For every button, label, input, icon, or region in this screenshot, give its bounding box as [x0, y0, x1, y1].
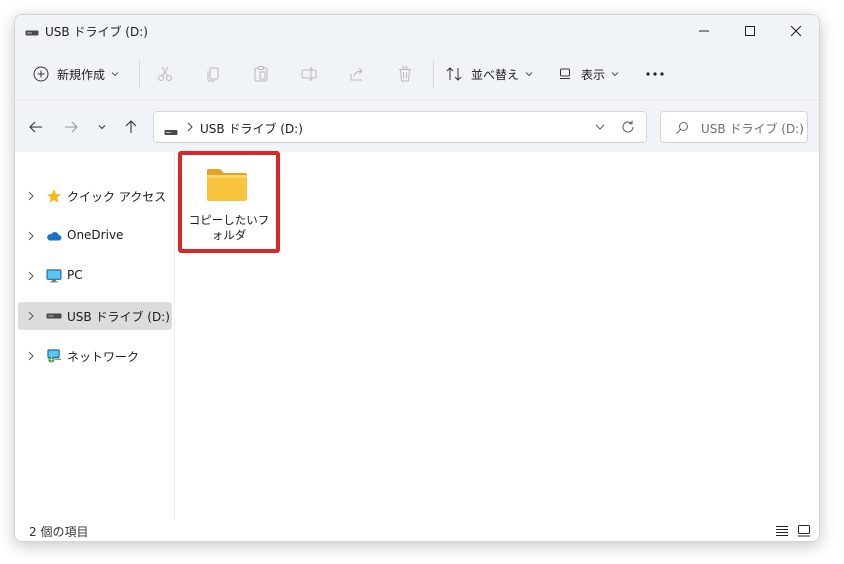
- star-icon: [46, 188, 62, 204]
- new-button-label: 新規作成: [57, 67, 106, 82]
- folder-icon: [205, 167, 249, 206]
- item-count: 2 個の項目: [29, 525, 89, 539]
- new-button[interactable]: 新規作成: [33, 59, 119, 89]
- minimize-button[interactable]: [681, 15, 727, 47]
- clipboard-icon: [254, 66, 268, 82]
- sort-icon: [446, 67, 462, 81]
- chevron-right-icon: [28, 191, 34, 201]
- title-bar: USB ドライブ (D:): [15, 15, 819, 47]
- close-button[interactable]: [773, 15, 819, 47]
- close-icon: [790, 25, 802, 37]
- toolbar-divider: [139, 60, 140, 88]
- address-dropdown-button[interactable]: [594, 121, 606, 136]
- view-button-label: 表示: [581, 67, 606, 82]
- sort-button[interactable]: 並べ替え: [445, 59, 533, 89]
- sidebar-item-label: ネットワーク: [67, 350, 140, 364]
- sidebar-item-network[interactable]: ネットワーク: [18, 342, 172, 370]
- search-input[interactable]: USB ドライブ (D:)の...: [660, 111, 808, 143]
- trash-icon: [399, 66, 411, 82]
- search-icon: [675, 121, 689, 138]
- monitor-icon: [46, 268, 62, 284]
- maximize-button[interactable]: [727, 15, 773, 47]
- list-view-icon: [776, 526, 788, 536]
- search-placeholder: USB ドライブ (D:)の...: [701, 122, 805, 136]
- chevron-down-icon: [611, 72, 619, 77]
- status-bar: 2 個の項目: [15, 520, 819, 541]
- view-button[interactable]: 表示: [557, 59, 619, 89]
- delete-button[interactable]: [393, 62, 417, 86]
- navigation-pane: クイック アクセス OneDrive PC USB ドライブ (D:) ネットワ…: [15, 152, 175, 520]
- refresh-button[interactable]: [620, 119, 636, 138]
- chevron-right-icon: [28, 351, 34, 361]
- arrow-right-icon: [65, 121, 78, 133]
- sidebar-item-label: PC: [67, 268, 83, 282]
- chevron-down-icon: [111, 72, 119, 77]
- sidebar-item-onedrive[interactable]: OneDrive: [18, 222, 172, 250]
- sidebar-item-pc[interactable]: PC: [18, 262, 172, 290]
- maximize-icon: [745, 26, 755, 36]
- rename-icon: [301, 67, 317, 81]
- plus-circle-icon: [33, 66, 49, 82]
- up-button[interactable]: [122, 118, 140, 136]
- command-bar: 新規作成 並べ替え 表示: [15, 47, 819, 101]
- arrow-up-icon: [125, 120, 137, 133]
- details-view-button[interactable]: [775, 524, 789, 541]
- file-list: コピーしたいフォルダ: [176, 151, 819, 520]
- chevron-right-icon: [28, 231, 34, 241]
- folder-name: コピーしたいフォルダ: [188, 213, 270, 242]
- rename-button[interactable]: [297, 62, 321, 86]
- copy-icon: [207, 67, 219, 82]
- copy-button[interactable]: [201, 62, 225, 86]
- sort-button-label: 並べ替え: [471, 67, 520, 82]
- sidebar-item-label: クイック アクセス: [67, 190, 167, 204]
- paste-button[interactable]: [249, 62, 273, 86]
- refresh-icon: [622, 120, 634, 133]
- toolbar-divider: [433, 60, 434, 88]
- sidebar-item-label: USB ドライブ (D:): [67, 310, 170, 324]
- forward-button[interactable]: [62, 118, 80, 136]
- arrow-left-icon: [29, 121, 42, 133]
- chevron-down-icon: [525, 72, 533, 77]
- chevron-right-icon: [28, 311, 34, 321]
- more-icon: [646, 72, 664, 76]
- share-icon: [350, 67, 363, 81]
- window-title: USB ドライブ (D:): [45, 25, 148, 39]
- chevron-down-icon: [98, 125, 106, 130]
- drive-icon: [46, 308, 62, 324]
- tiles-view-icon: [798, 525, 810, 537]
- network-icon: [46, 348, 62, 364]
- chevron-right-icon: [28, 271, 34, 281]
- sidebar-item-usb-drive[interactable]: USB ドライブ (D:): [18, 302, 172, 330]
- chevron-right-icon: [186, 121, 194, 135]
- view-icon: [560, 68, 570, 79]
- address-row: USB ドライブ (D:) USB ドライブ (D:)の...: [15, 102, 819, 152]
- cut-button[interactable]: [153, 62, 177, 86]
- cloud-icon: [46, 228, 62, 244]
- scissors-icon: [158, 66, 172, 81]
- file-explorer-window: USB ドライブ (D:) 新規作成 並べ替え 表示 USB ドライブ (D:)…: [14, 14, 820, 542]
- thumbnail-view-button[interactable]: [797, 524, 811, 541]
- drive-icon: [164, 125, 178, 139]
- chevron-down-icon: [595, 124, 605, 130]
- breadcrumb-current[interactable]: USB ドライブ (D:): [200, 120, 303, 137]
- sidebar-item-label: OneDrive: [67, 228, 124, 242]
- folder-item[interactable]: コピーしたいフォルダ: [184, 157, 274, 249]
- minimize-icon: [699, 30, 709, 32]
- drive-icon: [25, 26, 39, 40]
- share-button[interactable]: [345, 62, 369, 86]
- address-bar[interactable]: USB ドライブ (D:): [153, 111, 647, 143]
- back-button[interactable]: [27, 118, 45, 136]
- recent-locations-button[interactable]: [93, 118, 111, 136]
- sidebar-item-quick-access[interactable]: クイック アクセス: [18, 182, 172, 210]
- see-more-button[interactable]: [643, 62, 667, 86]
